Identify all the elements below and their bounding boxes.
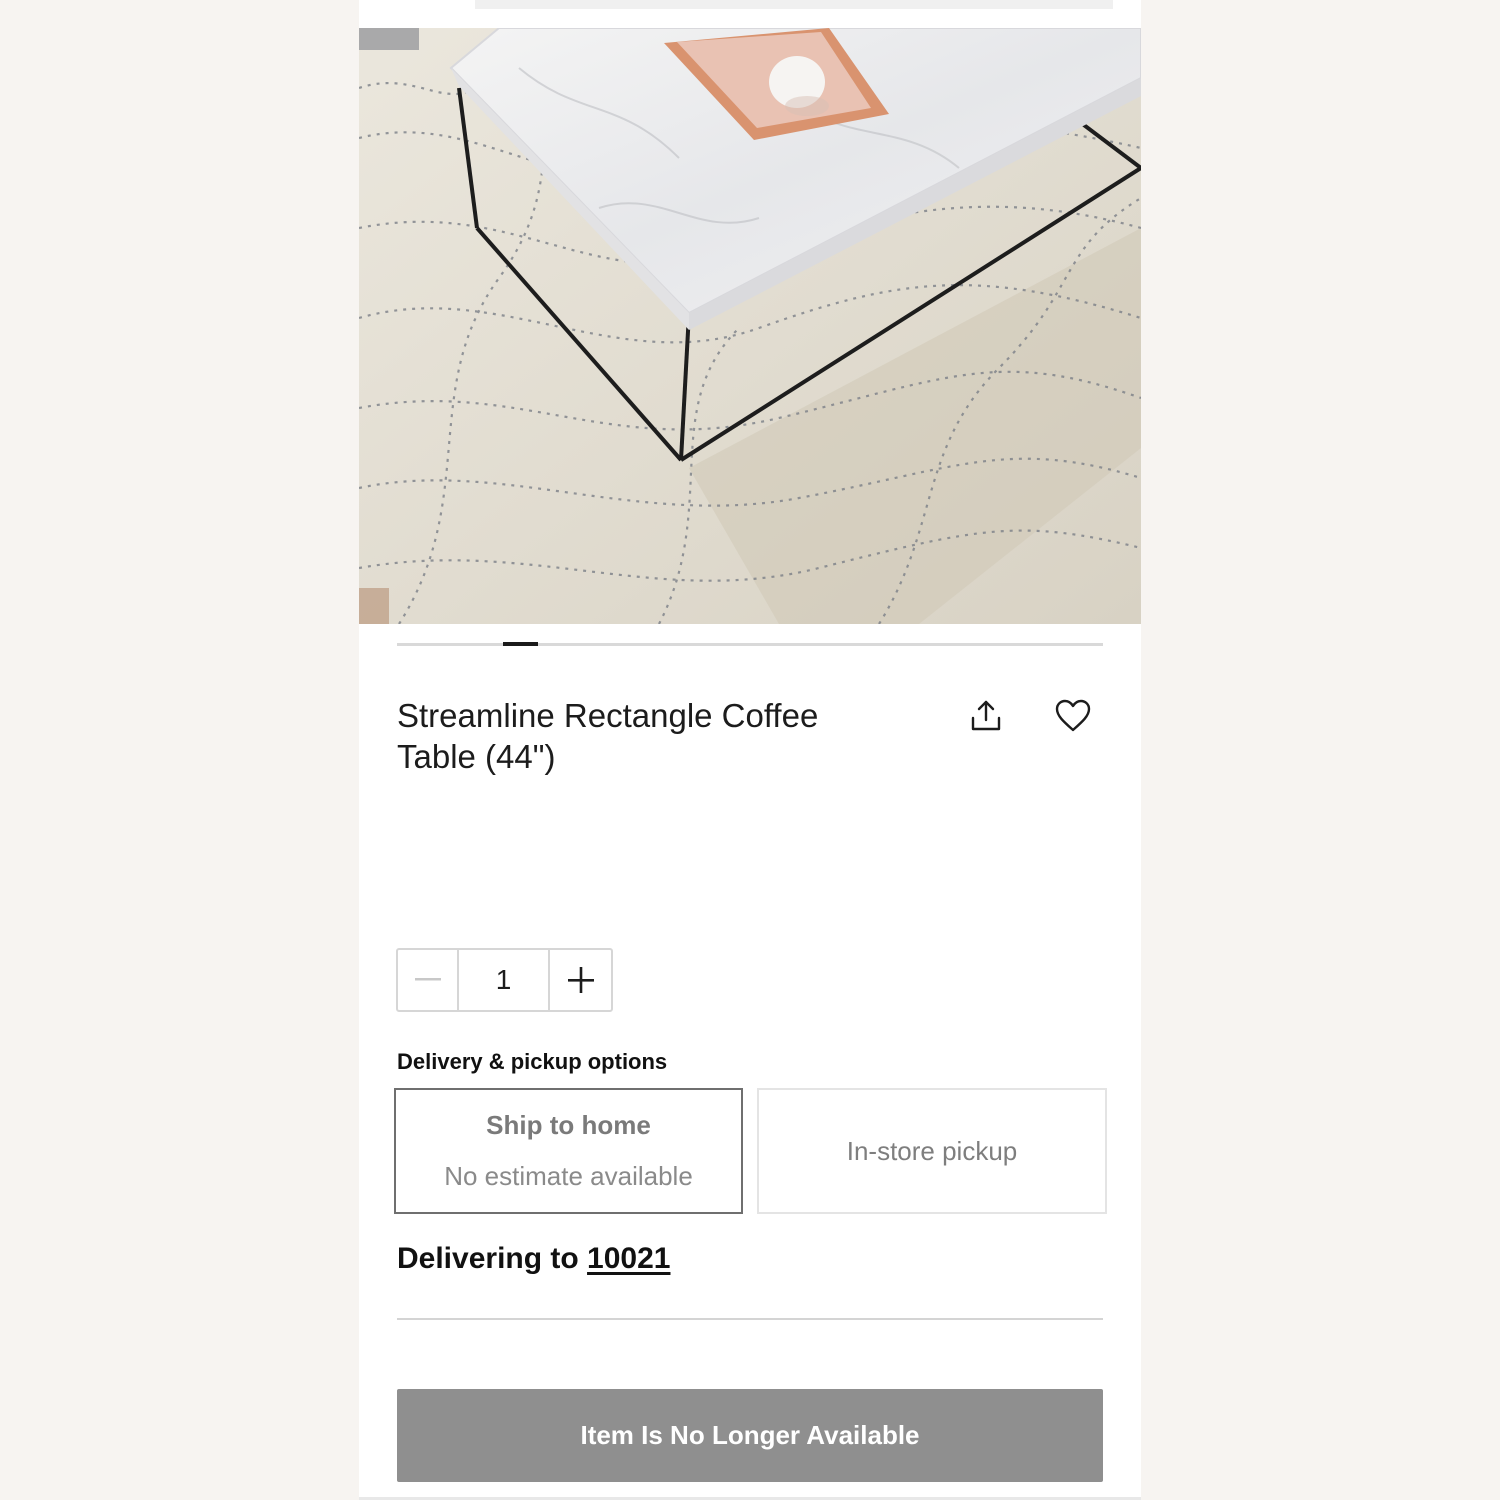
- increase-quantity-button[interactable]: [550, 950, 611, 1010]
- plus-icon: [567, 967, 594, 993]
- decrease-quantity-button[interactable]: [398, 950, 459, 1010]
- heart-icon: [1055, 699, 1091, 732]
- favorite-button[interactable]: [1051, 694, 1095, 738]
- quantity-stepper: 1: [396, 948, 613, 1012]
- carousel-progress[interactable]: [397, 642, 1103, 646]
- carousel-active-indicator: [502, 642, 539, 646]
- minus-icon: [414, 978, 441, 981]
- ship-to-home-title: Ship to home: [486, 1110, 651, 1140]
- product-title: Streamline Rectangle Coffee Table (44"): [397, 697, 819, 775]
- delivering-to-text: Delivering to 10021: [397, 1242, 670, 1276]
- share-button[interactable]: [964, 694, 1008, 738]
- zip-code-link[interactable]: 10021: [587, 1242, 670, 1275]
- ship-to-home-option[interactable]: Ship to home No estimate available: [394, 1088, 743, 1214]
- unavailable-button[interactable]: Item Is No Longer Available: [397, 1389, 1103, 1482]
- section-divider: [397, 1318, 1103, 1320]
- product-image[interactable]: [359, 28, 1141, 624]
- product-page: Streamline Rectangle Coffee Table (44") …: [359, 0, 1141, 1500]
- in-store-pickup-title: In-store pickup: [846, 1135, 1018, 1166]
- quantity-value[interactable]: 1: [459, 950, 550, 1010]
- top-bar-strip: [475, 0, 1113, 9]
- ship-to-home-estimate: No estimate available: [444, 1161, 693, 1191]
- delivering-to-label: Delivering to: [397, 1242, 579, 1275]
- share-icon: [971, 700, 1001, 731]
- in-store-pickup-option[interactable]: In-store pickup: [757, 1088, 1107, 1214]
- delivery-options-heading: Delivery & pickup options: [397, 1049, 668, 1074]
